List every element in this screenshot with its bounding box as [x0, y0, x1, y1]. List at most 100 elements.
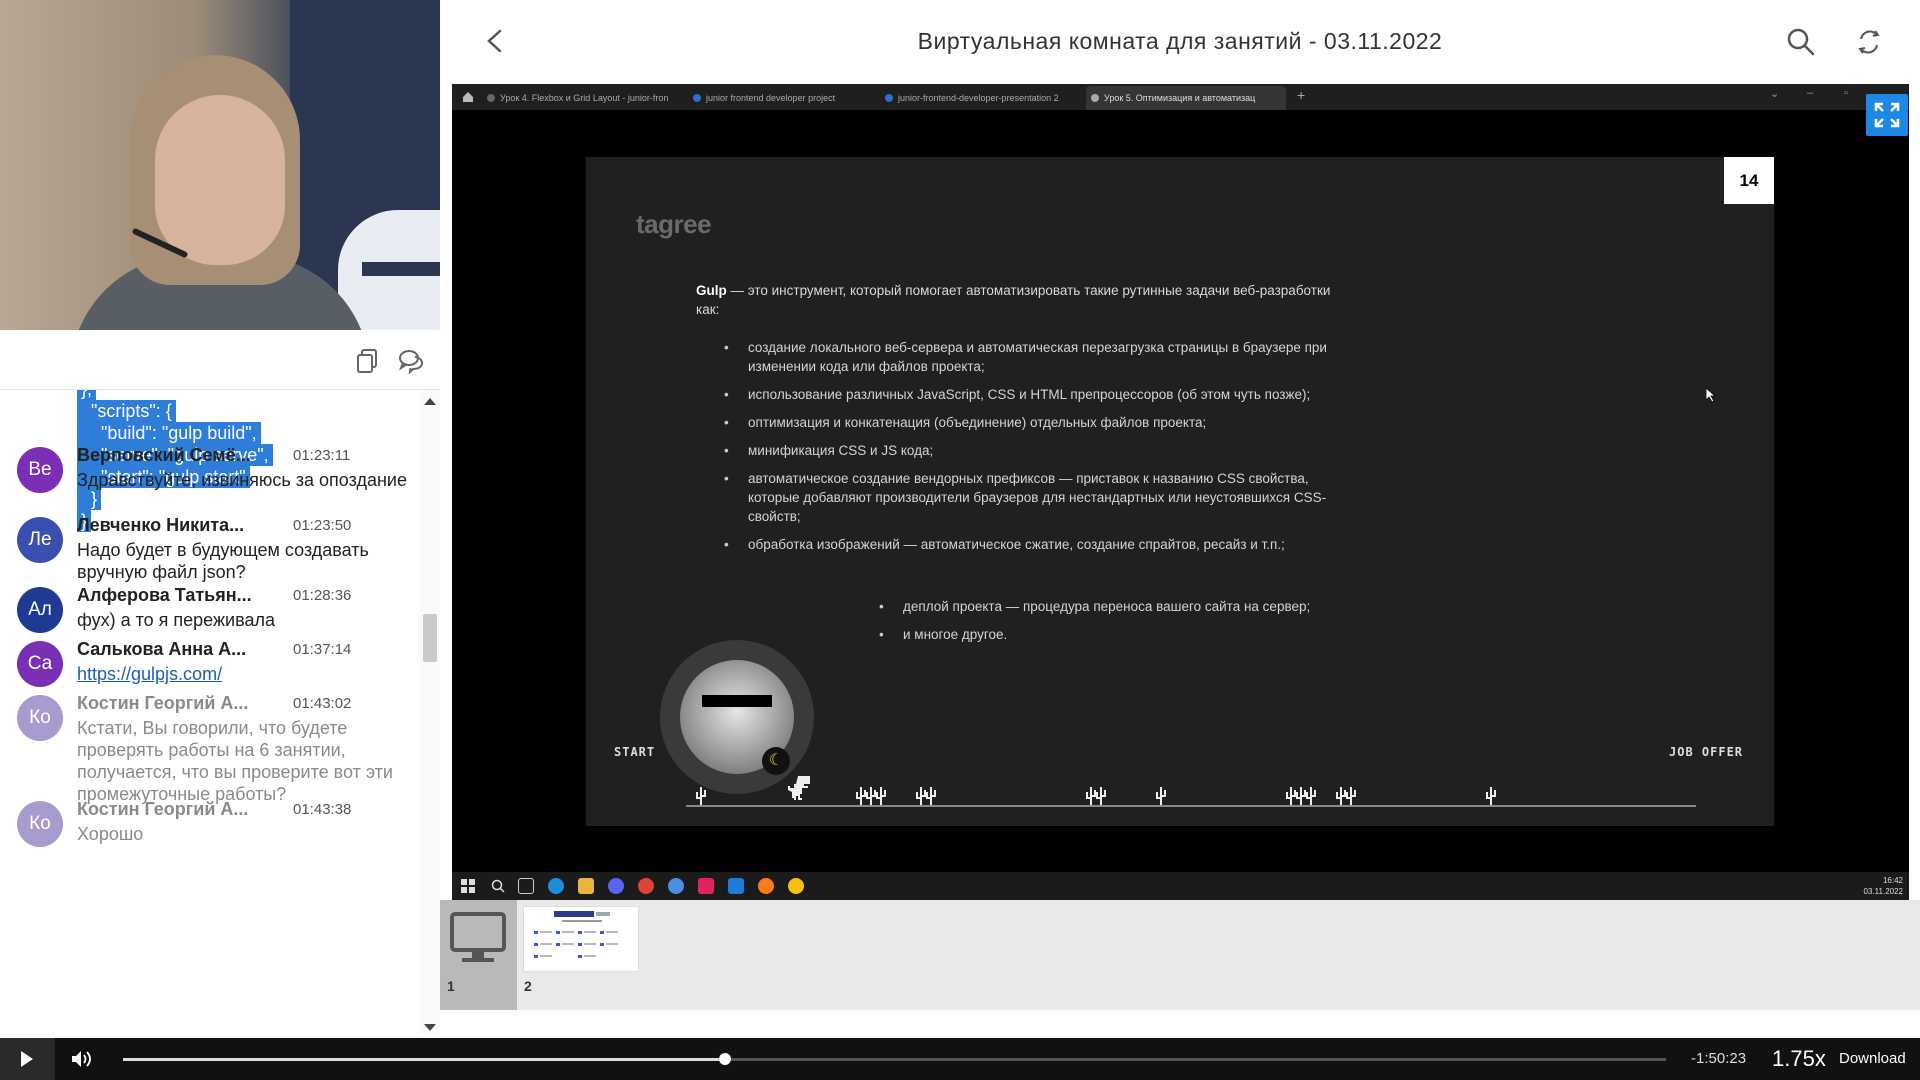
slide-bullet: использование различных JavaScript, CSS …: [724, 385, 1348, 404]
message-timestamp: 01:43:38: [293, 801, 352, 818]
browser-tab-active: Урок 5. Оптимизация и автоматизац: [1086, 86, 1286, 110]
cactus-icon: [1486, 787, 1496, 805]
volume-icon[interactable]: [70, 1049, 94, 1069]
message-timestamp: 01:23:11: [293, 447, 351, 464]
app-icon: [668, 878, 684, 894]
copy-icon[interactable]: [356, 348, 382, 374]
cactus-icon: [926, 787, 936, 805]
cactus-icon: [1346, 787, 1356, 805]
presentation-slide: 14 tagree Gulp — это инструмент, который…: [586, 157, 1774, 826]
room-header: Виртуальная комната для занятий - 03.11.…: [440, 0, 1920, 84]
code-line: }: [77, 488, 102, 510]
cactus-icon: [696, 787, 706, 805]
chat-bubbles-icon[interactable]: [398, 348, 424, 375]
message-text: фух) а то я переживала: [77, 610, 275, 630]
new-tab-icon: +: [1297, 87, 1306, 103]
message-timestamp: 01:37:14: [293, 641, 352, 658]
figma-icon: [698, 878, 714, 894]
play-button[interactable]: [0, 1038, 55, 1080]
folder-icon: [578, 878, 594, 894]
browser-tab: Урок 4. Flexbox и Grid Layout - junior-f…: [482, 86, 682, 110]
message-timestamp: 01:28:36: [293, 587, 352, 604]
play-icon: [21, 1051, 33, 1067]
job-offer-label: JOB OFFER: [1669, 745, 1744, 759]
time-remaining: -1:50:23: [1691, 1050, 1747, 1067]
message-author: Левченко Никита...: [77, 515, 245, 535]
slide-thumbnails: 1 2: [440, 900, 1920, 1010]
thumbnail-label: 2: [524, 978, 532, 994]
start-label: START: [614, 745, 656, 759]
slide-intro: Gulp — это инструмент, который помогает …: [696, 283, 1331, 317]
message-link[interactable]: https://gulpjs.com/: [77, 664, 222, 684]
ground-line: [686, 805, 1696, 807]
cactus-icon: [1086, 787, 1096, 805]
room-title: Виртуальная комната для занятий - 03.11.…: [917, 28, 1443, 54]
chrome-canary-icon: [788, 878, 804, 894]
search-icon: [490, 878, 506, 894]
cactus-icon: [1336, 787, 1346, 805]
webcam-video: [0, 0, 440, 330]
cactus-icon: [1296, 787, 1306, 805]
code-line: "scripts": {: [77, 400, 176, 422]
cactus-icon: [856, 787, 866, 805]
mouse-cursor-icon: [1705, 387, 1718, 403]
playback-controls: -1:50:23 1.75x Download: [0, 1038, 1920, 1080]
cactus-icon: [1096, 787, 1106, 805]
progress-knob[interactable]: [719, 1053, 731, 1065]
firefox-icon: [758, 878, 774, 894]
windows-start-icon: [460, 878, 476, 894]
message-author: Костин Георгий А...: [77, 693, 249, 713]
thumbnail-slide[interactable]: [523, 906, 639, 972]
message-text: Кстати, Вы говорили, что будете проверят…: [77, 718, 393, 804]
scroll-down-arrow-icon[interactable]: [424, 1024, 436, 1031]
cactus-icon: [876, 787, 886, 805]
fullscreen-icon[interactable]: [1866, 94, 1908, 136]
pixel-sunglasses-icon: [702, 695, 772, 707]
moon-icon: ☾: [762, 747, 790, 775]
playback-speed-button[interactable]: 1.75x: [1772, 1046, 1826, 1072]
tagree-logo: tagree: [636, 209, 712, 239]
message-author: Салькова Анна А...: [77, 639, 247, 659]
message-author: Алферова Татьян...: [77, 585, 252, 605]
download-button[interactable]: Download: [1839, 1050, 1906, 1067]
minimize-icon: –: [1807, 87, 1814, 99]
chat-scrollbar[interactable]: [420, 390, 440, 1038]
chat-toolbar: [0, 330, 440, 390]
browser-tab: junior-frontend-developer-presentation 2: [880, 86, 1080, 110]
shared-screen: Урок 4. Flexbox и Grid Layout - junior-f…: [452, 84, 1909, 900]
browser-tab: junior frontend developer project: [688, 86, 874, 110]
scroll-up-arrow-icon[interactable]: [424, 398, 436, 405]
chat-message-list: }, "scripts": { "build": "gulp build", "…: [0, 390, 420, 1038]
vscode-icon: [728, 878, 744, 894]
message-text: Хорошо: [77, 824, 144, 844]
search-icon[interactable]: [1785, 26, 1817, 58]
slide-page-number: 14: [1724, 157, 1774, 204]
slide-bullet-list: создание локального веб-сервера и автома…: [724, 338, 1348, 563]
slide-bullet: автоматическое создание вендорных префик…: [724, 469, 1348, 526]
cactus-icon: [866, 787, 876, 805]
home-icon: [462, 90, 474, 102]
taskbar-clock: 16:42 03.11.2022: [1863, 876, 1903, 896]
monitor-icon: [450, 912, 506, 962]
avatar: Ко: [17, 801, 63, 847]
code-line: },: [77, 390, 97, 400]
message-timestamp: 01:43:02: [293, 695, 352, 712]
swap-layout-icon[interactable]: [1853, 26, 1885, 58]
code-line: "build": "gulp build",: [77, 422, 261, 444]
slide-bullet: обработка изображений — автоматическое с…: [724, 535, 1348, 554]
cactus-icon: [916, 787, 926, 805]
avatar: Са: [17, 641, 63, 687]
windows-taskbar: 16:42 03.11.2022: [452, 872, 1909, 900]
progress-played: [123, 1058, 725, 1061]
browser-tab-bar: Урок 4. Flexbox и Grid Layout - junior-f…: [452, 84, 1909, 110]
slide-bullet: деплой проекта — процедура переноса ваше…: [879, 597, 1313, 616]
chrome-icon: [638, 878, 654, 894]
slide-bullet: и многое другое.: [879, 625, 1313, 644]
message-text: Здравствуйте, извиняюсь за опоздание: [77, 470, 407, 490]
slide-bullet: минификация CSS и JS кода;: [724, 441, 1348, 460]
edge-icon: [548, 878, 564, 894]
task-view-icon: [518, 878, 534, 894]
message-author: Верповский Семё...: [77, 445, 251, 465]
scrollbar-thumb[interactable]: [423, 614, 437, 662]
avatar: Ал: [17, 587, 63, 633]
